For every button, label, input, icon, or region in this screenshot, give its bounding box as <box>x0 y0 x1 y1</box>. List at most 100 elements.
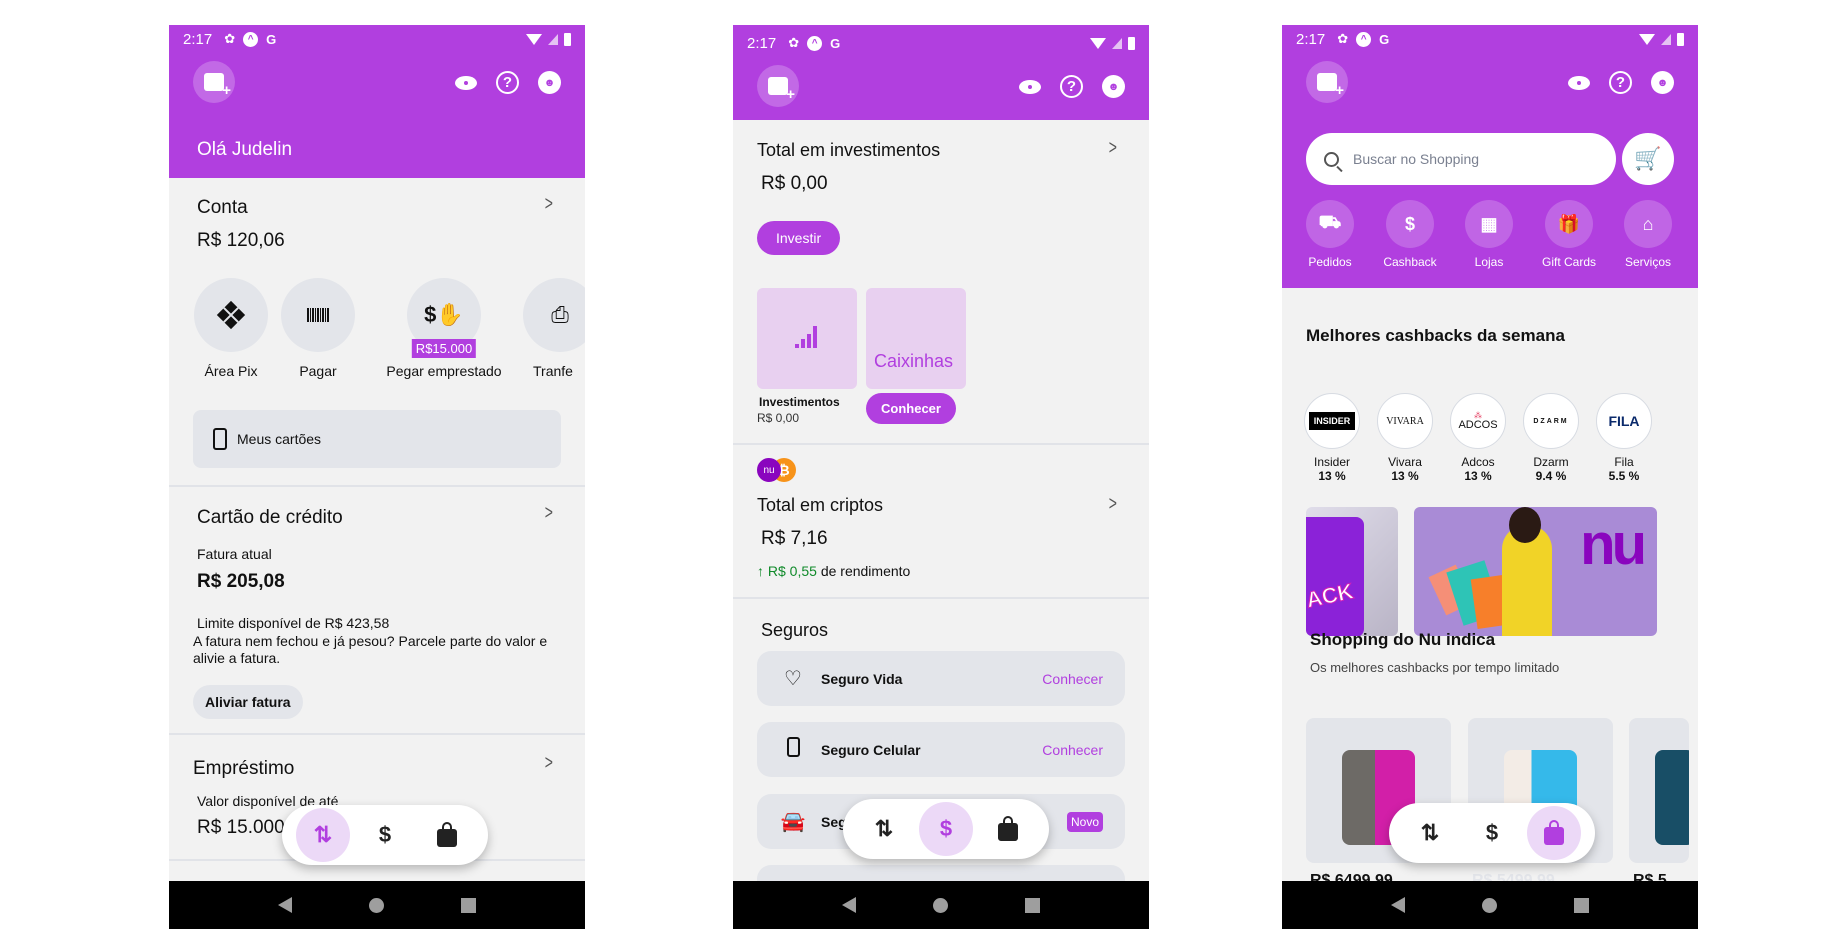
home-icon[interactable] <box>1481 897 1497 913</box>
category-label: Lojas <box>1474 255 1504 269</box>
category-pedidos[interactable]: ⛟ Pedidos <box>1296 200 1364 269</box>
brand-insider[interactable]: INSIDER Insider 13 % <box>1303 393 1361 483</box>
conhecer-link[interactable]: Conhecer <box>1042 671 1103 687</box>
action-pagar[interactable]: Pagar <box>281 278 355 379</box>
add-photo-button[interactable] <box>1306 61 1348 103</box>
add-photo-icon <box>204 73 231 99</box>
yield-value: R$ 0,55 <box>767 563 817 579</box>
shopping-bag-nav[interactable] <box>420 808 474 862</box>
invite-friends-icon[interactable]: ☻ <box>1651 71 1674 94</box>
header: 2:17 ✿ ^ G ? ☻ <box>733 25 1149 120</box>
shopping-bag-icon <box>998 815 1018 841</box>
dollar-icon[interactable]: $ <box>919 802 973 856</box>
cart-button[interactable]: 🛒 <box>1622 133 1674 185</box>
recents-icon[interactable] <box>1025 897 1041 913</box>
eye-icon[interactable] <box>454 71 477 94</box>
back-icon[interactable] <box>841 897 856 913</box>
action-label: Pagar <box>299 363 337 379</box>
promo-banner-cashback[interactable]: ACK <box>1306 507 1398 636</box>
dollar-icon[interactable]: $ <box>1465 806 1519 860</box>
promo-banner-nu[interactable]: nu <box>1414 507 1657 636</box>
transfer-arrows-icon[interactable]: ⇅ <box>296 808 350 862</box>
my-cards-button[interactable]: Meus cartões <box>193 410 561 468</box>
category-gift-cards[interactable]: 🎁 Gift Cards <box>1535 200 1603 269</box>
insurance-item-phone[interactable]: Seguro Celular Conhecer <box>757 722 1125 777</box>
add-photo-button[interactable] <box>193 61 235 103</box>
eye-icon[interactable] <box>1018 75 1041 98</box>
bottom-nav: ⇅ $ <box>282 805 488 865</box>
help-icon[interactable]: ? <box>496 71 519 94</box>
chevron-right-icon[interactable]: > <box>545 502 553 525</box>
toolbox-icon: ⌂ <box>1624 200 1672 248</box>
add-photo-icon <box>1317 73 1344 99</box>
chevron-right-icon[interactable]: > <box>1109 493 1117 516</box>
action-label: Tranfe <box>533 363 573 379</box>
dollar-icon: $ <box>1386 200 1434 248</box>
brand-adcos[interactable]: ⁂ ADCOS Adcos 13 % <box>1449 393 1507 483</box>
conhecer-link[interactable]: Conhecer <box>1042 742 1103 758</box>
brand-fila[interactable]: FILA Fila 5.5 % <box>1595 393 1653 483</box>
chevron-right-icon[interactable]: > <box>545 752 553 775</box>
credit-limit: Limite disponível de R$ 423,58 <box>197 615 390 631</box>
adcos-logo: ADCOS <box>1458 418 1498 431</box>
action-area-pix[interactable]: Área Pix <box>191 278 271 379</box>
insurance-title: Seguros <box>761 620 829 640</box>
category-lojas[interactable]: ▦ Lojas <box>1455 200 1523 269</box>
home-icon[interactable] <box>368 897 384 913</box>
divider <box>169 485 585 487</box>
back-icon[interactable] <box>277 897 292 913</box>
home-icon[interactable] <box>932 897 948 913</box>
product-image <box>1655 750 1689 845</box>
shopping-bag-nav[interactable] <box>981 802 1035 856</box>
account-title: Conta <box>197 197 248 218</box>
eye-icon[interactable] <box>1567 71 1590 94</box>
brand-dzarm[interactable]: DZARM Dzarm 9.4 % <box>1522 393 1580 483</box>
shopping-bag-nav[interactable] <box>1527 806 1581 860</box>
investments-value: R$ 0,00 <box>761 173 828 194</box>
status-time: 2:17 <box>183 30 213 48</box>
caixinhas-conhecer-button[interactable]: Conhecer <box>866 393 956 424</box>
invest-button[interactable]: Investir <box>757 221 841 255</box>
divider <box>169 733 585 735</box>
category-servicos[interactable]: ⌂ Serviços <box>1614 200 1682 269</box>
bottom-nav: ⇅ $ <box>1389 803 1595 863</box>
invite-friends-icon[interactable]: ☻ <box>538 71 561 94</box>
status-bar: 2:17 ✿ ^ G <box>1282 25 1698 53</box>
investments-tile[interactable] <box>757 288 857 389</box>
gear-icon: ✿ <box>1337 31 1349 46</box>
transfer-arrows-icon[interactable]: ⇅ <box>1403 806 1457 860</box>
loan-hand-icon: $✋ <box>424 302 464 327</box>
google-icon: G <box>266 31 277 47</box>
chevron-right-icon[interactable]: > <box>545 193 553 216</box>
car-icon: 🚘 <box>780 811 806 833</box>
category-label: Pedidos <box>1308 255 1352 269</box>
system-nav-bar <box>169 881 585 929</box>
credit-card-title: Cartão de crédito <box>197 507 343 528</box>
action-transfer[interactable]: ⎙ Tranfe <box>513 278 585 379</box>
category-cashback[interactable]: $ Cashback <box>1376 200 1444 269</box>
product-card[interactable] <box>1629 718 1689 863</box>
help-icon[interactable]: ? <box>1609 71 1632 94</box>
chevron-right-icon[interactable]: > <box>1109 137 1117 160</box>
insurance-item-life[interactable]: ♡ Seguro Vida Conhecer <box>757 651 1125 706</box>
action-pegar-emprestado[interactable]: $✋ R$15.000 Pegar emprestado <box>369 278 519 379</box>
add-photo-button[interactable] <box>757 65 799 107</box>
add-photo-icon <box>768 77 795 103</box>
caixinhas-tile[interactable]: Caixinhas <box>866 288 966 389</box>
relieve-invoice-button[interactable]: Aliviar fatura <box>193 685 303 719</box>
back-icon[interactable] <box>1390 897 1405 913</box>
status-time: 2:17 <box>747 34 777 52</box>
help-icon[interactable]: ? <box>1060 75 1083 98</box>
transfer-arrows-icon[interactable]: ⇅ <box>857 802 911 856</box>
recents-icon[interactable] <box>1574 897 1590 913</box>
shopping-search-input[interactable]: Buscar no Shopping <box>1306 133 1616 185</box>
my-cards-label: Meus cartões <box>237 431 322 447</box>
brand-vivara[interactable]: VIVARA Vivara 13 % <box>1376 393 1434 483</box>
dollar-icon[interactable]: $ <box>358 808 412 862</box>
system-nav-bar <box>1282 881 1698 929</box>
category-label: Gift Cards <box>1541 255 1596 269</box>
arrow-up-icon: ↑ <box>757 563 764 579</box>
invite-friends-icon[interactable]: ☻ <box>1102 75 1125 98</box>
recents-icon[interactable] <box>461 897 477 913</box>
investments-title: Total em investimentos <box>757 140 941 160</box>
